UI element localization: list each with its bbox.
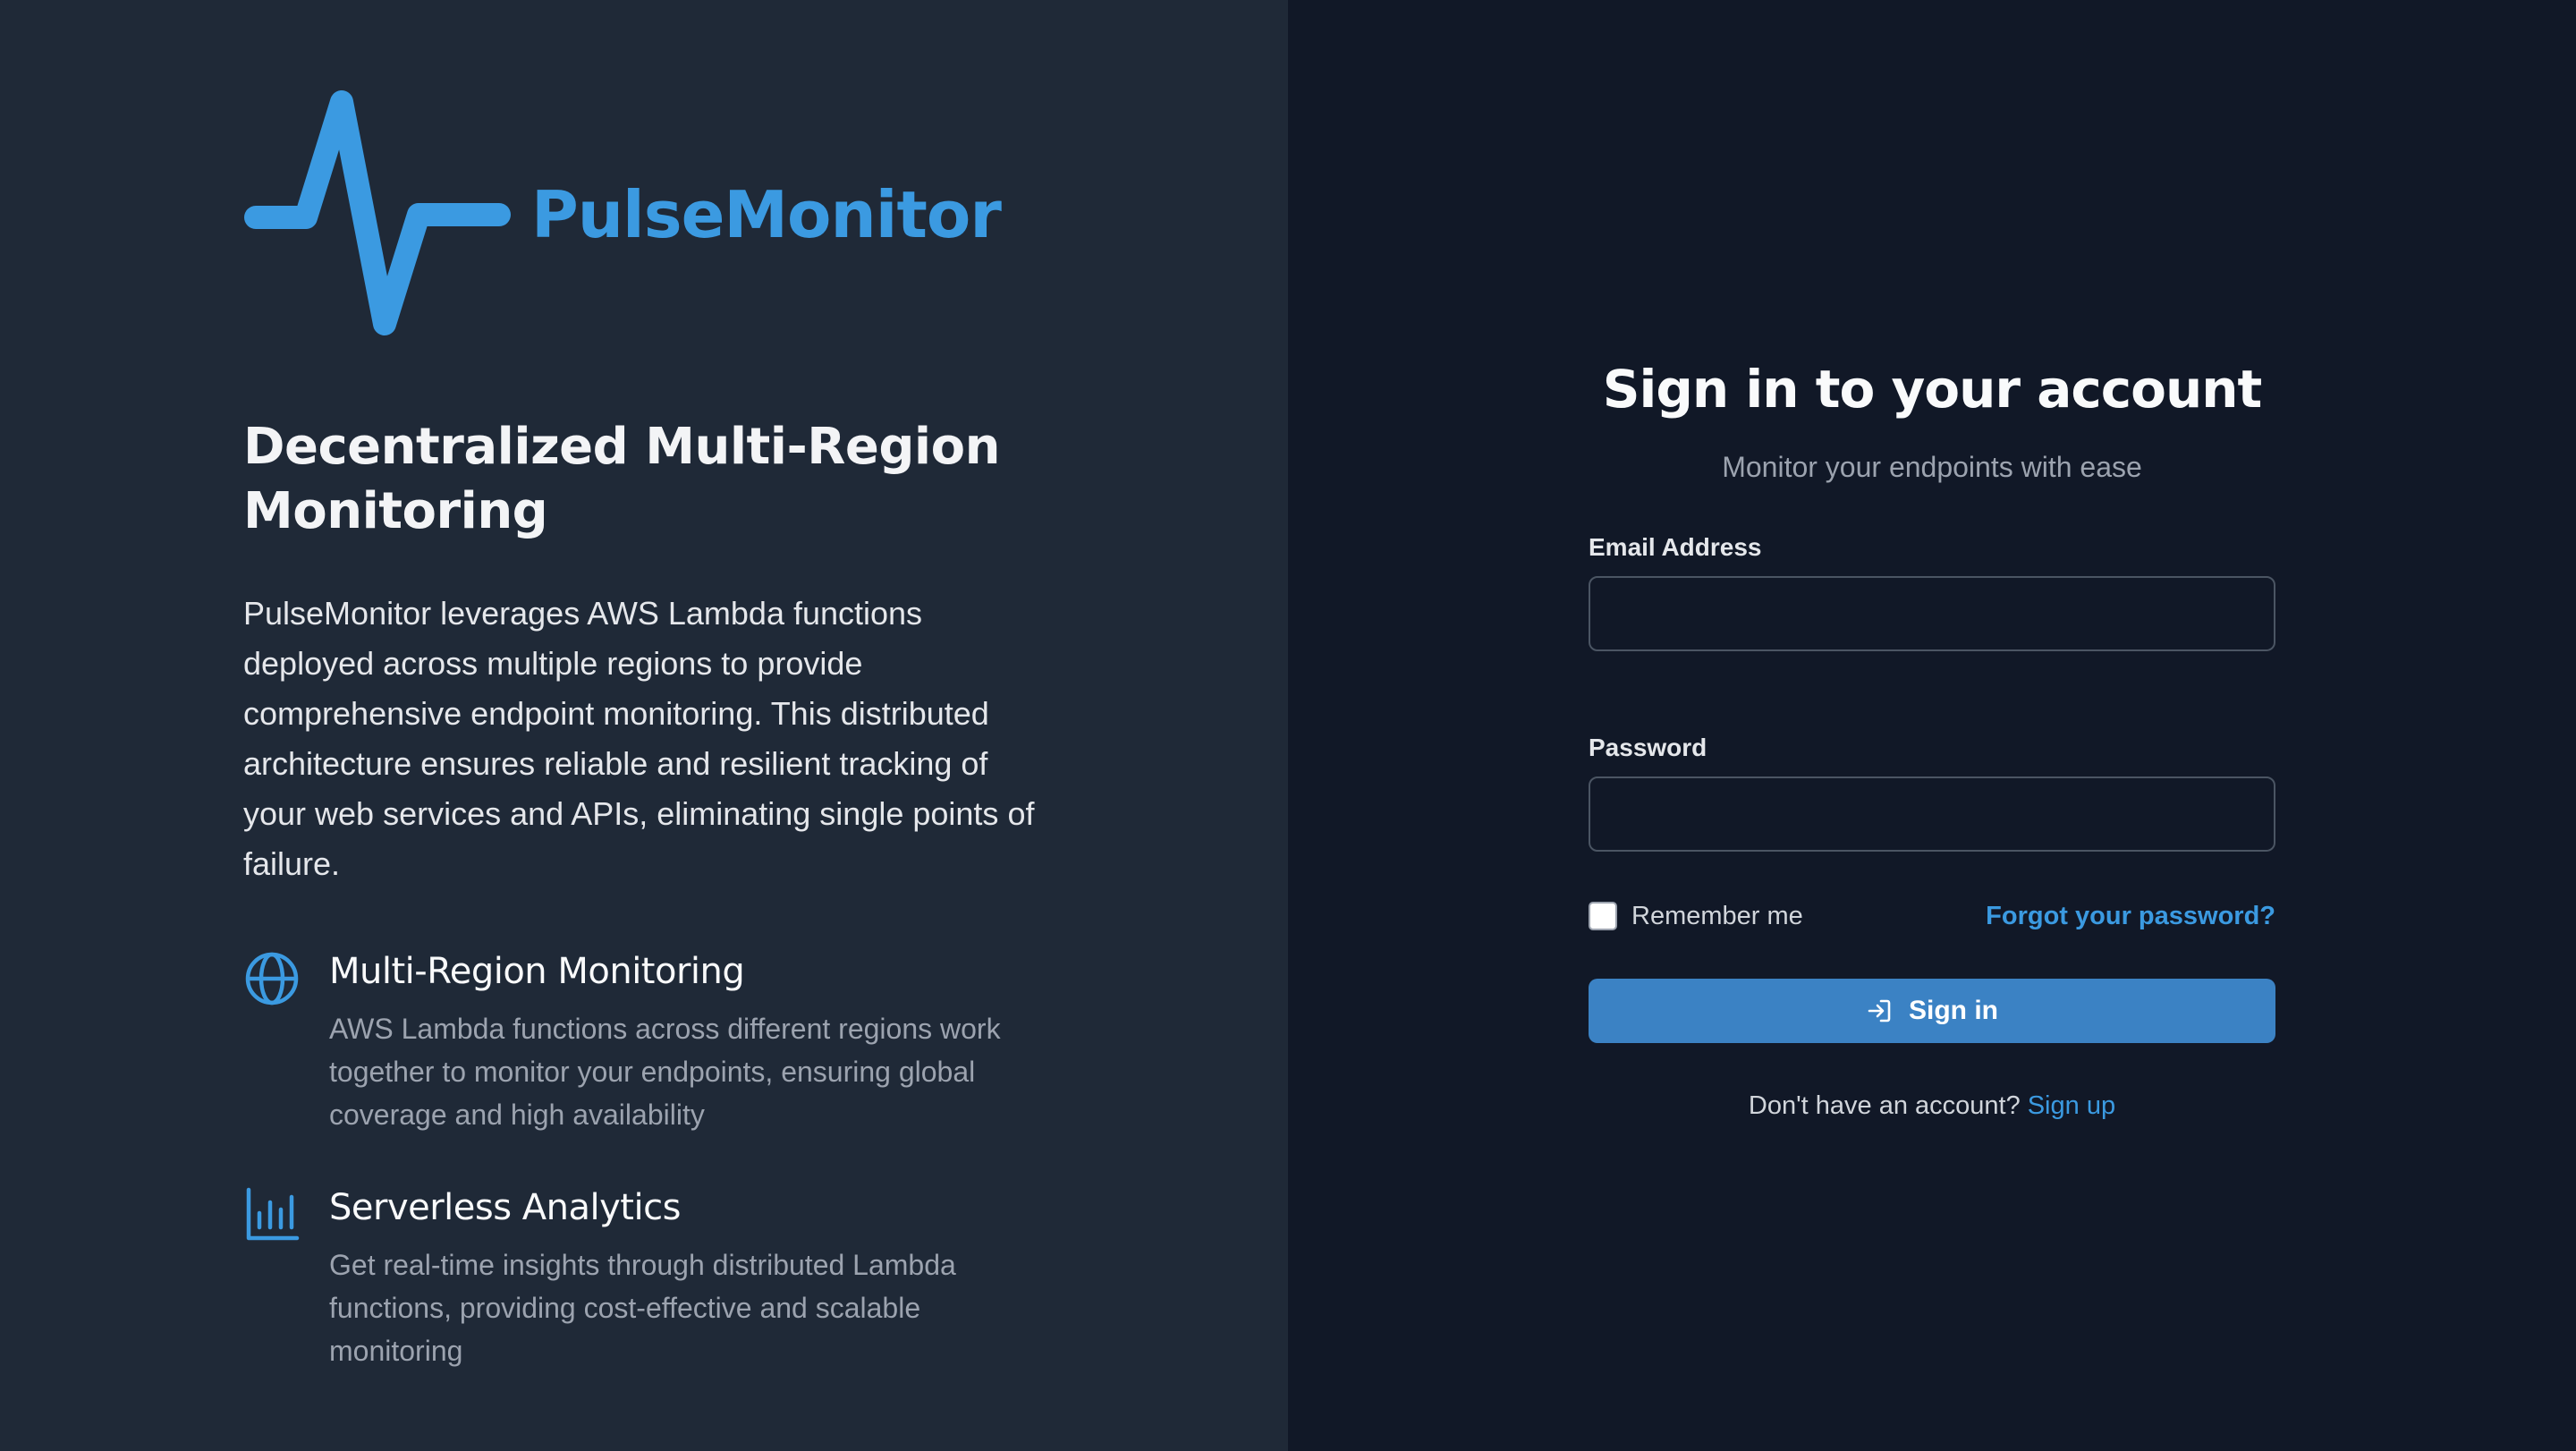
feature-description: Get real-time insights through distribut… xyxy=(329,1249,956,1367)
pulse-line-icon xyxy=(244,90,511,335)
signin-form: Sign in to your account Monitor your end… xyxy=(1589,349,2275,1121)
sign-in-button[interactable]: Sign in xyxy=(1589,979,2275,1043)
feature-multi-region: Multi-Region Monitoring AWS Lambda funct… xyxy=(243,948,1045,1136)
password-field[interactable] xyxy=(1589,776,2275,852)
info-panel: PulseMonitor Decentralized Multi-Region … xyxy=(0,0,1288,1451)
forgot-password-link[interactable]: Forgot your password? xyxy=(1986,902,2275,931)
password-label: Password xyxy=(1589,734,1707,761)
login-page: PulseMonitor Decentralized Multi-Region … xyxy=(0,0,2576,1451)
login-icon xyxy=(1868,999,1891,1022)
feature-title: Serverless Analytics xyxy=(329,1187,681,1228)
feature-description: AWS Lambda functions across different re… xyxy=(329,1013,1001,1131)
email-label: Email Address xyxy=(1589,533,1762,561)
remember-me[interactable]: Remember me xyxy=(1589,902,1803,931)
form-title: Sign in to your account xyxy=(1602,359,2263,420)
brand-logo: PulseMonitor xyxy=(243,89,1002,340)
bar-chart-icon xyxy=(246,1187,300,1241)
signin-panel: Sign in to your account Monitor your end… xyxy=(1288,0,2576,1451)
feature-text: Serverless Analytics Get real-time insig… xyxy=(329,1184,1045,1372)
sign-up-link[interactable]: Sign up xyxy=(2028,1091,2115,1120)
hero-description: PulseMonitor leverages AWS Lambda functi… xyxy=(243,595,1035,882)
hero-headline: Decentralized Multi-Region Monitoring xyxy=(243,418,1000,540)
feature-text: Multi-Region Monitoring AWS Lambda funct… xyxy=(329,948,1045,1136)
feature-serverless-analytics: Serverless Analytics Get real-time insig… xyxy=(243,1184,1045,1372)
email-field[interactable] xyxy=(1589,576,2275,651)
form-subtitle: Monitor your endpoints with ease xyxy=(1722,451,2142,483)
remember-me-label[interactable]: Remember me xyxy=(1631,902,1803,931)
no-account-text: Don't have an account? xyxy=(1748,1091,2021,1120)
remember-me-checkbox[interactable] xyxy=(1589,902,1617,930)
feature-title: Multi-Region Monitoring xyxy=(329,951,745,992)
form-options-row: Remember me Forgot your password? xyxy=(1589,898,2275,934)
brand-name: PulseMonitor xyxy=(531,177,1002,252)
signup-prompt: Don't have an account? Sign up xyxy=(1589,1091,2275,1121)
sign-in-label: Sign in xyxy=(1909,996,1998,1025)
globe-icon xyxy=(245,952,299,1006)
